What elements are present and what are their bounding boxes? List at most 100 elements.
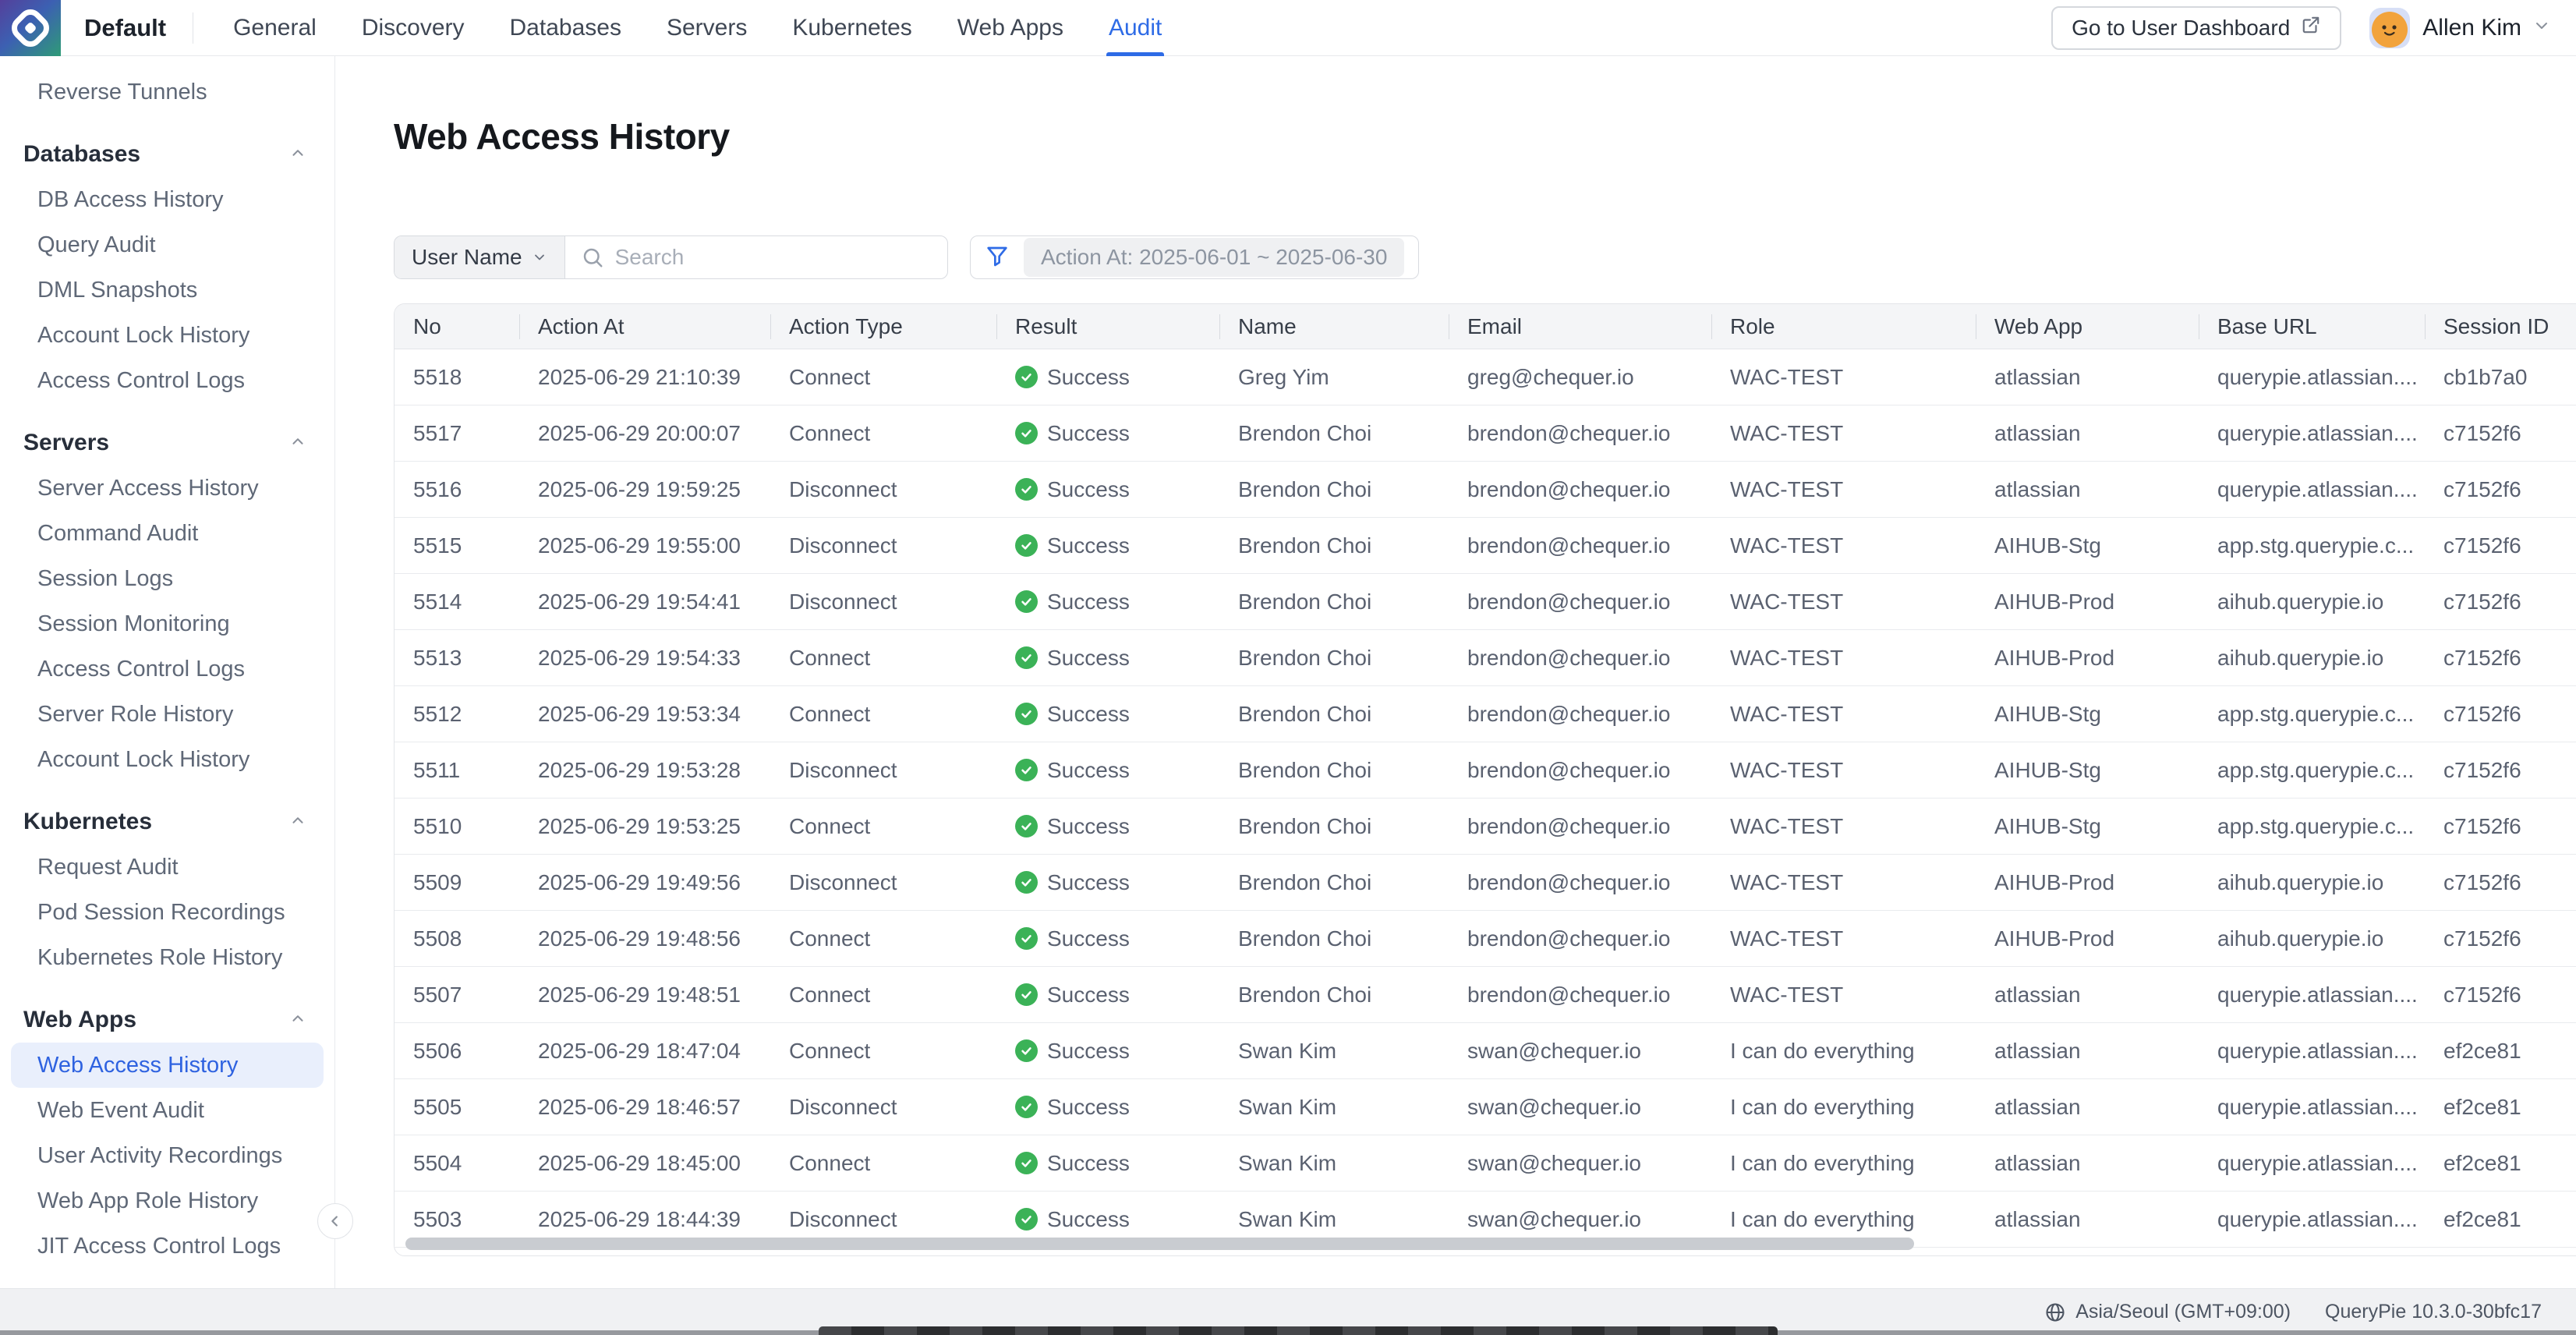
sidebar-item-command-audit[interactable]: Command Audit bbox=[11, 511, 324, 556]
cell-no: 5508 bbox=[395, 911, 519, 966]
table-row[interactable]: 55112025-06-29 19:53:28DisconnectSuccess… bbox=[395, 742, 2576, 799]
action-at-date-filter-chip[interactable]: Action At: 2025-06-01 ~ 2025-06-30 bbox=[1024, 238, 1404, 277]
cell-email: swan@chequer.io bbox=[1449, 1023, 1711, 1078]
result-badge: Success bbox=[1015, 1151, 1130, 1176]
querypie-logo[interactable] bbox=[0, 0, 61, 56]
topnav-servers[interactable]: Servers bbox=[644, 0, 770, 56]
cell-result: Success bbox=[996, 1135, 1219, 1191]
cell-role: WAC-TEST bbox=[1711, 405, 1976, 461]
sidebar-item-server-access-history[interactable]: Server Access History bbox=[11, 466, 324, 511]
table-row[interactable]: 55132025-06-29 19:54:33ConnectSuccessBre… bbox=[395, 630, 2576, 686]
table-row[interactable]: 55122025-06-29 19:53:34ConnectSuccessBre… bbox=[395, 686, 2576, 742]
cell-no: 5515 bbox=[395, 518, 519, 573]
sidebar-item-account-lock-history[interactable]: Account Lock History bbox=[11, 313, 324, 358]
table-row[interactable]: 55082025-06-29 19:48:56ConnectSuccessBre… bbox=[395, 911, 2576, 967]
result-text: Success bbox=[1047, 983, 1130, 1007]
cell-base-url: querypie.atlassian.... bbox=[2199, 462, 2425, 517]
sidebar-item-dml-snapshots[interactable]: DML Snapshots bbox=[11, 267, 324, 313]
success-check-icon bbox=[1015, 590, 1038, 613]
cell-web-app: AIHUB-Stg bbox=[1976, 742, 2199, 798]
cell-action-type: Connect bbox=[770, 405, 996, 461]
version-label: QueryPie 10.3.0-30bfc17 bbox=[2325, 1301, 2542, 1323]
cell-base-url: querypie.atlassian.... bbox=[2199, 1192, 2425, 1247]
sidebar-item-request-audit[interactable]: Request Audit bbox=[11, 845, 324, 890]
sidebar-section-servers[interactable]: Servers bbox=[0, 420, 334, 466]
cell-web-app: AIHUB-Prod bbox=[1976, 574, 2199, 629]
sidebar-item-account-lock-history[interactable]: Account Lock History bbox=[11, 737, 324, 782]
sidebar-item-pod-session-recordings[interactable]: Pod Session Recordings bbox=[11, 890, 324, 935]
topnav-general[interactable]: General bbox=[211, 0, 339, 56]
workspace-name[interactable]: Default bbox=[84, 14, 166, 42]
sidebar-section-databases[interactable]: Databases bbox=[0, 132, 334, 177]
cell-result: Success bbox=[996, 462, 1219, 517]
sidebar-item-user-activity-recordings[interactable]: User Activity Recordings bbox=[11, 1133, 324, 1178]
cell-role: WAC-TEST bbox=[1711, 630, 1976, 685]
cell-action-type: Disconnect bbox=[770, 1079, 996, 1135]
topnav-web-apps[interactable]: Web Apps bbox=[935, 0, 1086, 56]
sidebar-item-reverse-tunnels[interactable]: Reverse Tunnels bbox=[11, 69, 324, 115]
cell-action-at: 2025-06-29 19:49:56 bbox=[519, 855, 770, 910]
sidebar-item-session-logs[interactable]: Session Logs bbox=[11, 556, 324, 601]
table-row[interactable]: 55072025-06-29 19:48:51ConnectSuccessBre… bbox=[395, 967, 2576, 1023]
sidebar-item-kubernetes-role-history[interactable]: Kubernetes Role History bbox=[11, 935, 324, 980]
column-header-web-app: Web App bbox=[1976, 304, 2199, 349]
search-input[interactable] bbox=[615, 245, 932, 270]
sidebar-section-kubernetes[interactable]: Kubernetes bbox=[0, 799, 334, 845]
table-row[interactable]: 55142025-06-29 19:54:41DisconnectSuccess… bbox=[395, 574, 2576, 630]
success-check-icon bbox=[1015, 646, 1038, 669]
table-row[interactable]: 55172025-06-29 20:00:07ConnectSuccessBre… bbox=[395, 405, 2576, 462]
cell-action-type: Disconnect bbox=[770, 462, 996, 517]
search-field-selector[interactable]: User Name bbox=[395, 236, 565, 278]
cell-no: 5511 bbox=[395, 742, 519, 798]
horizontal-scrollbar-thumb[interactable] bbox=[405, 1238, 1914, 1250]
cell-name: Greg Yim bbox=[1219, 349, 1449, 405]
cell-base-url: querypie.atlassian.... bbox=[2199, 1135, 2425, 1191]
table-row[interactable]: 55162025-06-29 19:59:25DisconnectSuccess… bbox=[395, 462, 2576, 518]
cell-action-type: Connect bbox=[770, 1023, 996, 1078]
cell-session-id: ef2ce81 bbox=[2425, 1192, 2576, 1247]
cell-action-at: 2025-06-29 19:59:25 bbox=[519, 462, 770, 517]
topnav-kubernetes[interactable]: Kubernetes bbox=[770, 0, 934, 56]
cell-web-app: atlassian bbox=[1976, 1135, 2199, 1191]
result-badge: Success bbox=[1015, 1207, 1130, 1232]
cell-result: Success bbox=[996, 967, 1219, 1022]
cell-email: brendon@chequer.io bbox=[1449, 630, 1711, 685]
table-row[interactable]: 55042025-06-29 18:45:00ConnectSuccessSwa… bbox=[395, 1135, 2576, 1192]
sidebar-item-web-app-role-history[interactable]: Web App Role History bbox=[11, 1178, 324, 1223]
sidebar-item-query-audit[interactable]: Query Audit bbox=[11, 222, 324, 267]
sidebar-section-web-apps[interactable]: Web Apps bbox=[0, 997, 334, 1043]
table-row[interactable]: 55152025-06-29 19:55:00DisconnectSuccess… bbox=[395, 518, 2576, 574]
success-check-icon bbox=[1015, 478, 1038, 501]
cell-no: 5504 bbox=[395, 1135, 519, 1191]
result-badge: Success bbox=[1015, 1039, 1130, 1064]
cell-session-id: c7152f6 bbox=[2425, 686, 2576, 742]
chevron-up-icon bbox=[289, 141, 306, 168]
sidebar-item-session-monitoring[interactable]: Session Monitoring bbox=[11, 601, 324, 646]
table-row[interactable]: 55052025-06-29 18:46:57DisconnectSuccess… bbox=[395, 1079, 2576, 1135]
search-icon bbox=[581, 246, 604, 269]
sidebar-item-server-role-history[interactable]: Server Role History bbox=[11, 692, 324, 737]
table-row[interactable]: 55102025-06-29 19:53:25ConnectSuccessBre… bbox=[395, 799, 2576, 855]
go-to-user-dashboard-button[interactable]: Go to User Dashboard bbox=[2051, 6, 2341, 50]
cell-role: I can do everything bbox=[1711, 1023, 1976, 1078]
sidebar-item-db-access-history[interactable]: DB Access History bbox=[11, 177, 324, 222]
sidebar-item-web-event-audit[interactable]: Web Event Audit bbox=[11, 1088, 324, 1133]
user-name[interactable]: Allen Kim bbox=[2422, 15, 2521, 41]
sidebar-collapse-button[interactable] bbox=[317, 1203, 353, 1239]
sidebar-item-access-control-logs[interactable]: Access Control Logs bbox=[11, 358, 324, 403]
cell-result: Success bbox=[996, 349, 1219, 405]
table-row[interactable]: 55182025-06-29 21:10:39ConnectSuccessGre… bbox=[395, 349, 2576, 405]
topnav-discovery[interactable]: Discovery bbox=[339, 0, 487, 56]
topnav-audit[interactable]: Audit bbox=[1086, 0, 1184, 56]
cell-base-url: app.stg.querypie.c... bbox=[2199, 799, 2425, 854]
filter-funnel-icon[interactable] bbox=[985, 243, 1010, 272]
chevron-down-icon[interactable] bbox=[2532, 16, 2551, 39]
topnav-databases[interactable]: Databases bbox=[487, 0, 644, 56]
sidebar-item-jit-access-control-logs[interactable]: JIT Access Control Logs bbox=[11, 1223, 324, 1269]
cell-base-url: aihub.querypie.io bbox=[2199, 911, 2425, 966]
sidebar-item-access-control-logs[interactable]: Access Control Logs bbox=[11, 646, 324, 692]
user-avatar[interactable] bbox=[2369, 8, 2410, 48]
table-row[interactable]: 55062025-06-29 18:47:04ConnectSuccessSwa… bbox=[395, 1023, 2576, 1079]
sidebar-item-web-access-history[interactable]: Web Access History bbox=[11, 1043, 324, 1088]
table-row[interactable]: 55092025-06-29 19:49:56DisconnectSuccess… bbox=[395, 855, 2576, 911]
